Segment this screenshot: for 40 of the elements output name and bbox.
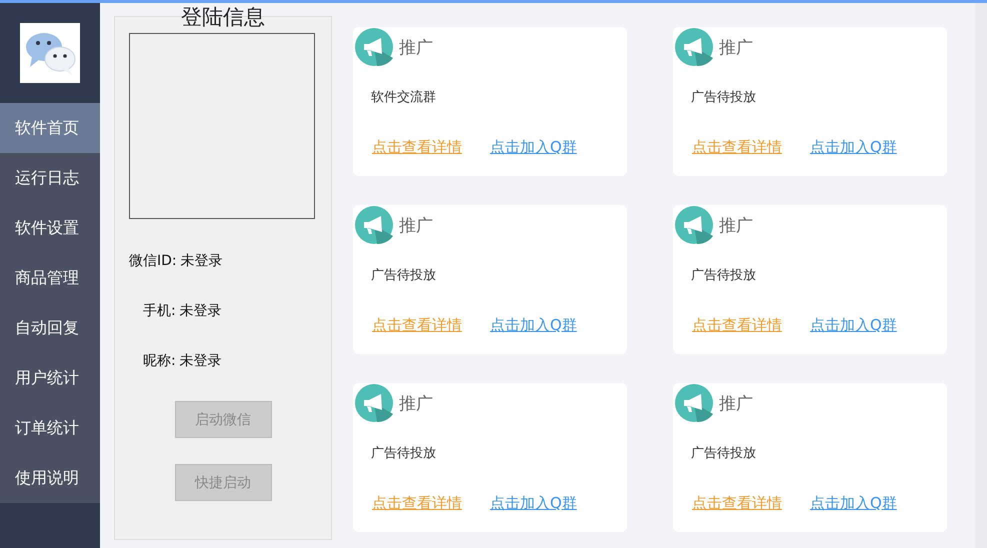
card-text: 广告待投放 xyxy=(371,445,437,462)
join-group-link[interactable]: 点击加入Q群 xyxy=(810,316,897,335)
field-value: 未登录 xyxy=(180,302,222,321)
details-link[interactable]: 点击查看详情 xyxy=(372,316,462,335)
card-title: 推广 xyxy=(719,392,753,414)
panel-title: 登陆信息 xyxy=(180,4,266,30)
card-title: 推广 xyxy=(399,214,433,236)
details-link[interactable]: 点击查看详情 xyxy=(372,138,462,157)
sidebar-item[interactable]: 用户统计 xyxy=(0,353,100,403)
card-title: 推广 xyxy=(399,36,433,58)
card-title: 推广 xyxy=(719,36,753,58)
join-group-link[interactable]: 点击加入Q群 xyxy=(490,316,577,335)
join-group-link[interactable]: 点击加入Q群 xyxy=(810,138,897,157)
details-link[interactable]: 点击查看详情 xyxy=(372,494,462,513)
card-text: 广告待投放 xyxy=(691,89,757,106)
field-label: 昵称: xyxy=(143,352,176,371)
chat-bubbles-icon xyxy=(20,23,80,83)
card-title: 推广 xyxy=(399,392,433,414)
details-link[interactable]: 点击查看详情 xyxy=(692,494,782,513)
card-text: 软件交流群 xyxy=(371,89,437,106)
sidebar-item[interactable]: 商品管理 xyxy=(0,253,100,303)
sidebar-item[interactable]: 软件首页 xyxy=(0,103,100,153)
field-label: 微信ID: xyxy=(129,252,177,271)
details-link[interactable]: 点击查看详情 xyxy=(692,138,782,157)
sidebar-item[interactable]: 自动回复 xyxy=(0,303,100,353)
card-text: 广告待投放 xyxy=(691,267,757,284)
card-text: 广告待投放 xyxy=(691,445,757,462)
sidebar-item[interactable]: 运行日志 xyxy=(0,153,100,203)
card-text: 广告待投放 xyxy=(371,267,437,284)
join-group-link[interactable]: 点击加入Q群 xyxy=(490,138,577,157)
field-value: 未登录 xyxy=(180,352,222,371)
join-group-link[interactable]: 点击加入Q群 xyxy=(490,494,577,513)
sidebar-item[interactable]: 订单统计 xyxy=(0,403,100,453)
join-group-link[interactable]: 点击加入Q群 xyxy=(810,494,897,513)
details-link[interactable]: 点击查看详情 xyxy=(692,316,782,335)
sidebar-item[interactable]: 软件设置 xyxy=(0,203,100,253)
field-label: 手机: xyxy=(143,302,176,321)
field-value: 未登录 xyxy=(180,252,223,271)
card-title: 推广 xyxy=(719,214,753,236)
sidebar-item[interactable]: 使用说明 xyxy=(0,453,100,503)
